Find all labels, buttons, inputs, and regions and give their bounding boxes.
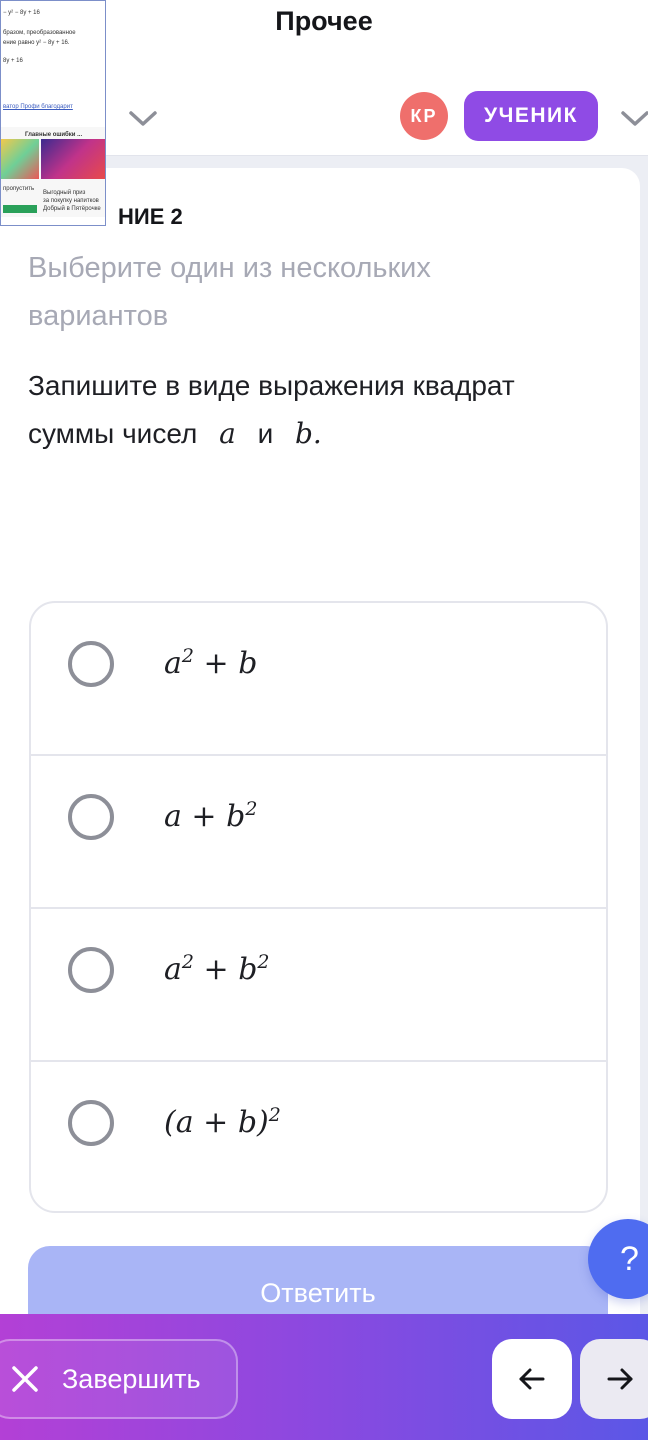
answer-option[interactable]: (a + b)2 — [31, 1062, 606, 1211]
next-button[interactable] — [580, 1339, 648, 1419]
option-expression: a2 + b2 — [164, 951, 270, 987]
thumb-ad-button — [3, 205, 37, 213]
arrow-right-icon — [607, 1368, 633, 1390]
question-var-b: b. — [295, 417, 322, 450]
thumb-ad-text: Добрый в Пятёрочке — [43, 206, 101, 212]
thumb-ad-title: Главные ошибки ... — [25, 132, 83, 138]
thumb-ad-text: Выгодный приз — [43, 190, 86, 196]
thumb-link: ватор Профи благодарит — [3, 104, 73, 110]
close-icon — [12, 1366, 38, 1392]
radio-button[interactable] — [68, 641, 114, 687]
thumb-ad-text: пропустить — [3, 186, 35, 192]
question-and: и — [257, 418, 274, 449]
task-number-label: НИЕ 2 — [118, 204, 183, 229]
finish-label: Завершить — [62, 1363, 201, 1394]
answer-option[interactable]: a2 + b2 — [31, 909, 606, 1062]
question-var-a: a — [219, 417, 236, 450]
previous-button[interactable] — [492, 1339, 572, 1419]
answer-option[interactable]: a + b2 — [31, 756, 606, 909]
option-expression: a + b2 — [164, 798, 258, 834]
finish-button[interactable]: Завершить — [0, 1339, 238, 1419]
option-expression: a2 + b — [164, 645, 258, 681]
answer-options: a2 + b a + b2 a2 + b2 (a + b)2 — [29, 601, 608, 1213]
thumb-ad-text: за покупку напитков — [43, 198, 99, 204]
chevron-down-icon[interactable] — [128, 108, 158, 128]
thumb-text: бразом, преобразованное — [3, 30, 76, 36]
answer-option[interactable]: a2 + b — [31, 603, 606, 756]
option-expression: (a + b)2 — [164, 1104, 281, 1140]
thumb-text: 8y + 16 — [3, 58, 23, 64]
radio-button[interactable] — [68, 794, 114, 840]
arrow-left-icon — [519, 1368, 545, 1390]
thumb-text: ение равно y² − 8y + 16. — [3, 40, 70, 46]
thumb-ad: Главные ошибки ... пропустить Выгодный п… — [1, 127, 105, 217]
screenshot-thumbnail[interactable]: − y² − 8y + 16 бразом, преобразованное е… — [0, 0, 106, 226]
thumb-text: − y² − 8y + 16 — [3, 10, 40, 16]
thumb-ad-image — [41, 139, 105, 179]
chevron-down-icon[interactable] — [620, 108, 648, 128]
instruction-text: Выберите один из нескольких вариантов — [28, 252, 431, 332]
radio-button[interactable] — [68, 947, 114, 993]
avatar[interactable]: КР — [400, 92, 448, 140]
role-badge[interactable]: УЧЕНИК — [464, 91, 598, 141]
thumb-ad-image — [1, 139, 39, 179]
question-text: Запишите в виде выражения квадрат суммы … — [28, 362, 608, 458]
radio-button[interactable] — [68, 1100, 114, 1146]
